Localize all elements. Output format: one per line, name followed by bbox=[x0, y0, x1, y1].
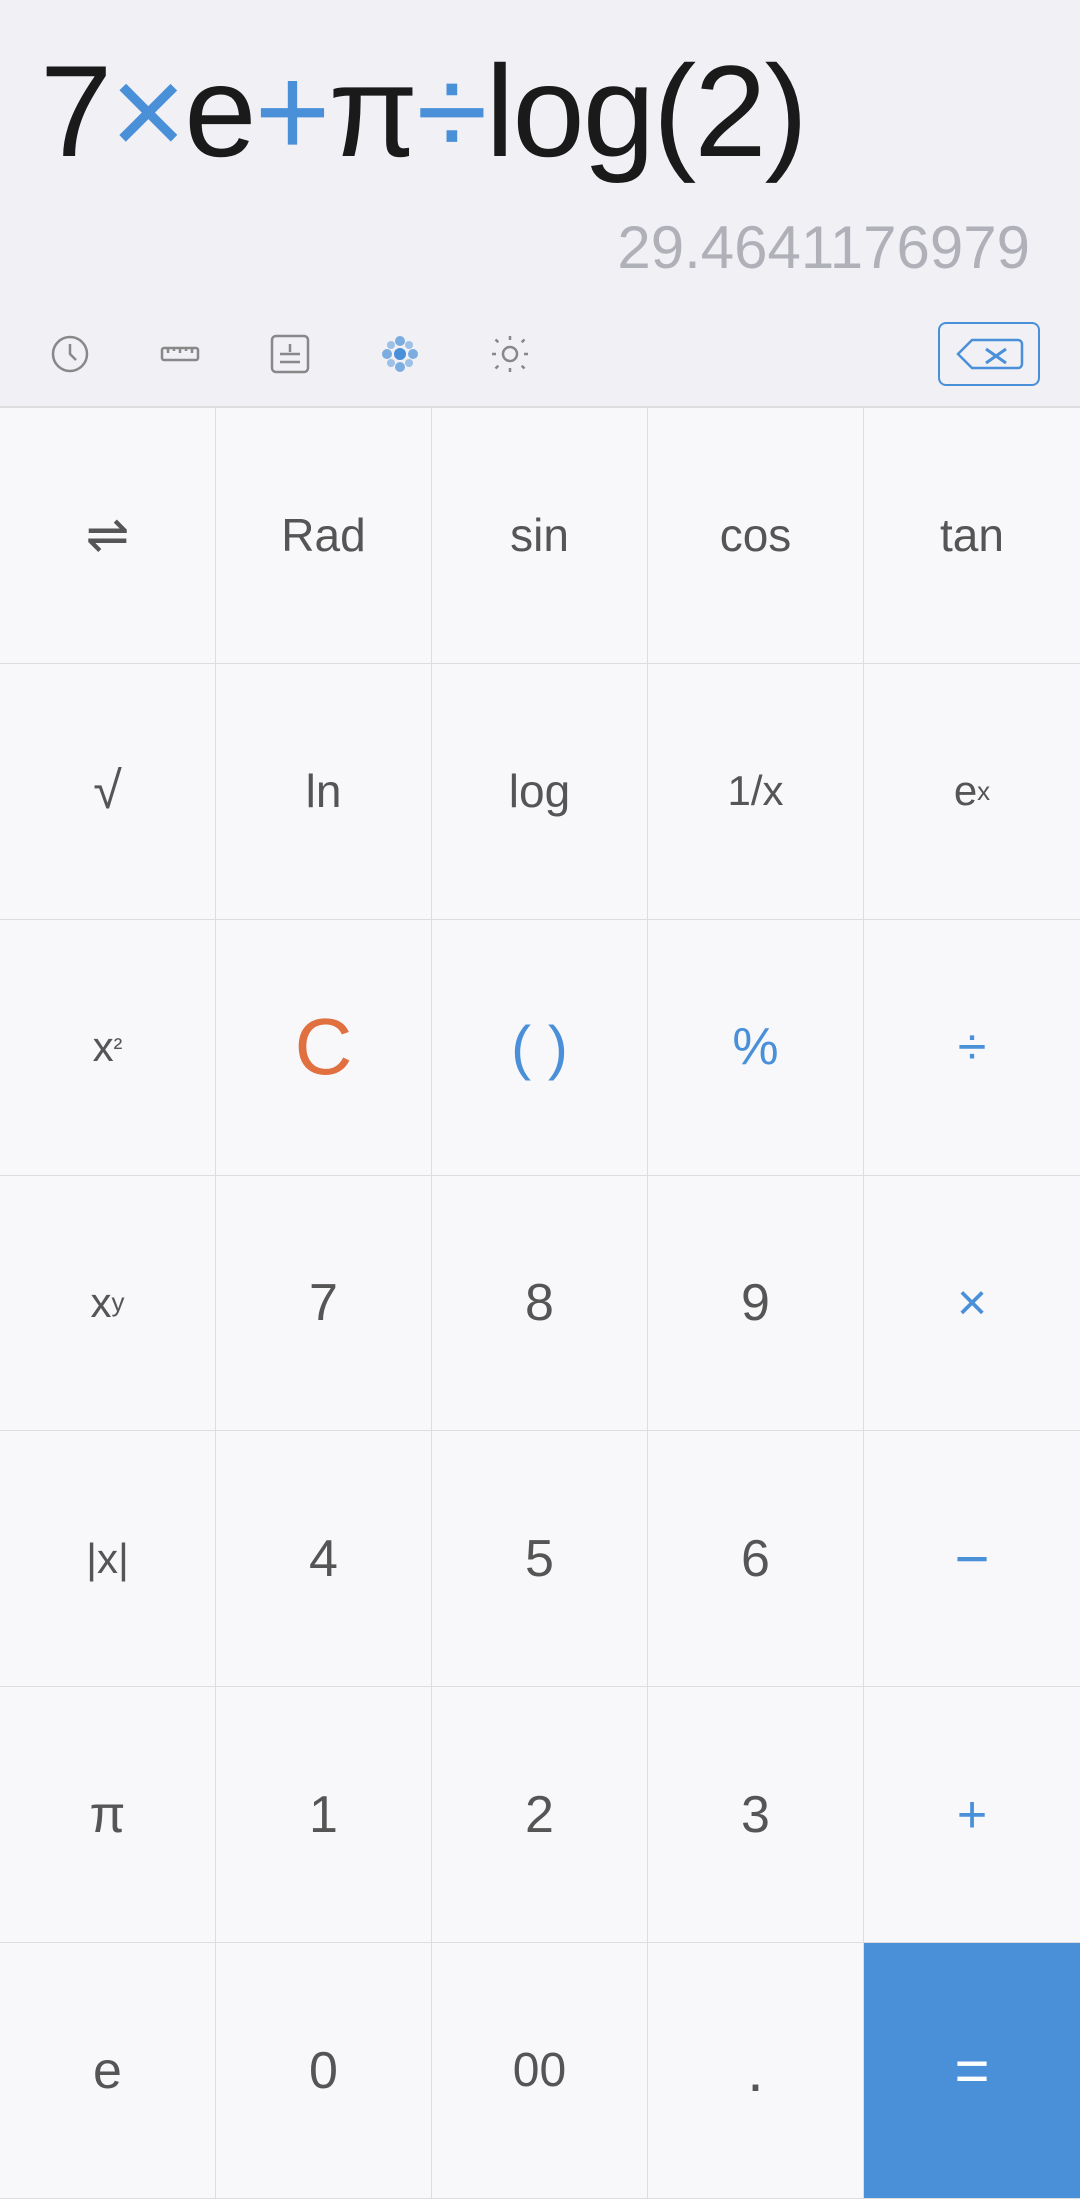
zero-key[interactable]: 0 bbox=[216, 1943, 432, 2199]
result-display: 29.4641176979 bbox=[40, 213, 1040, 282]
expression: 7×e+π÷log(2) bbox=[40, 40, 1040, 183]
equals-key[interactable]: = bbox=[864, 1943, 1080, 2199]
divide-op: ÷ bbox=[416, 38, 485, 184]
divide-key[interactable]: ÷ bbox=[864, 920, 1080, 1176]
double-zero-key[interactable]: 00 bbox=[432, 1943, 648, 2199]
history-button[interactable] bbox=[40, 324, 100, 384]
power-key[interactable]: xy bbox=[0, 1176, 216, 1432]
unit-converter-button[interactable] bbox=[150, 324, 210, 384]
convert-key[interactable]: ⇌ bbox=[0, 408, 216, 664]
abs-key[interactable]: |x| bbox=[0, 1431, 216, 1687]
seven-key[interactable]: 7 bbox=[216, 1176, 432, 1432]
decimal-key[interactable]: . bbox=[648, 1943, 864, 2199]
ln-key[interactable]: ln bbox=[216, 664, 432, 920]
multiply-key[interactable]: × bbox=[864, 1176, 1080, 1432]
cos-key[interactable]: cos bbox=[648, 408, 864, 664]
euler-key[interactable]: e bbox=[0, 1943, 216, 2199]
sin-key[interactable]: sin bbox=[432, 408, 648, 664]
keypad: ⇌ Rad sin cos tan √ ln log 1/x ex x² C (… bbox=[0, 407, 1080, 2199]
clear-key[interactable]: C bbox=[216, 920, 432, 1176]
toolbar bbox=[0, 302, 1080, 407]
toggle-sign-button[interactable] bbox=[260, 324, 320, 384]
two-key[interactable]: 2 bbox=[432, 1687, 648, 1943]
multiply-op: × bbox=[110, 38, 184, 184]
square-key[interactable]: x² bbox=[0, 920, 216, 1176]
plus-key[interactable]: + bbox=[864, 1687, 1080, 1943]
minus-key[interactable]: − bbox=[864, 1431, 1080, 1687]
one-key[interactable]: 1 bbox=[216, 1687, 432, 1943]
six-key[interactable]: 6 bbox=[648, 1431, 864, 1687]
parens-key[interactable]: ( ) bbox=[432, 920, 648, 1176]
pi-key[interactable]: π bbox=[0, 1687, 216, 1943]
rad-key[interactable]: Rad bbox=[216, 408, 432, 664]
eight-key[interactable]: 8 bbox=[432, 1176, 648, 1432]
percent-key[interactable]: % bbox=[648, 920, 864, 1176]
theme-button[interactable] bbox=[370, 324, 430, 384]
five-key[interactable]: 5 bbox=[432, 1431, 648, 1687]
reciprocal-key[interactable]: 1/x bbox=[648, 664, 864, 920]
display-area: 7×e+π÷log(2) 29.4641176979 bbox=[0, 0, 1080, 302]
sqrt-key[interactable]: √ bbox=[0, 664, 216, 920]
log-key[interactable]: log bbox=[432, 664, 648, 920]
exp-key[interactable]: ex bbox=[864, 664, 1080, 920]
three-key[interactable]: 3 bbox=[648, 1687, 864, 1943]
tan-key[interactable]: tan bbox=[864, 408, 1080, 664]
backspace-button[interactable] bbox=[938, 322, 1040, 386]
nine-key[interactable]: 9 bbox=[648, 1176, 864, 1432]
plus-op: + bbox=[255, 38, 329, 184]
settings-button[interactable] bbox=[480, 324, 540, 384]
four-key[interactable]: 4 bbox=[216, 1431, 432, 1687]
